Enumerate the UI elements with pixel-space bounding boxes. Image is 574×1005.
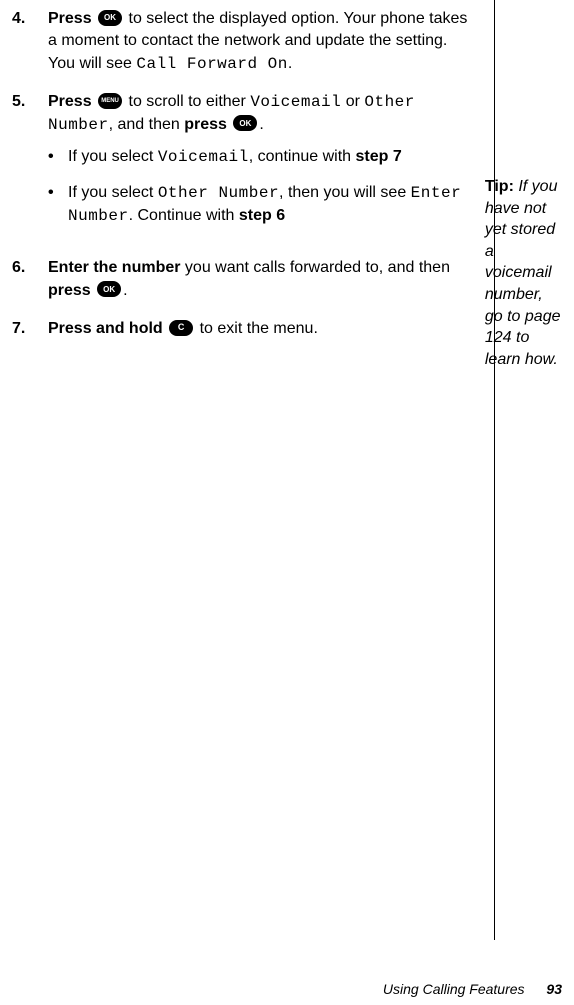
step-5-text4: . [259,116,263,133]
step-5-number: 5. [12,91,48,241]
footer-section: Using Calling Features [383,981,525,997]
step-4-body: Press OK to select the displayed option.… [48,8,475,75]
step-6-press: press [48,282,91,299]
step-5-sub2-text1: If you select [68,184,158,201]
step-5-text2: or [346,93,365,110]
step-6: 6. Enter the number you want calls forwa… [12,257,475,302]
step-6-text2: . [123,282,127,299]
menu-icon: MENU [98,93,122,109]
step-7-body: Press and hold C to exit the menu. [48,318,475,340]
ok-icon: OK [98,10,122,26]
step-7-bold1: Press and hold [48,320,163,337]
bullet-icon: • [48,146,68,168]
step-4-number: 4. [12,8,48,75]
step-4-lcd1: Call Forward On [136,55,288,73]
step-5-sub1-bold: step 7 [355,148,401,165]
step-5-lcd1: Voicemail [250,93,341,111]
step-7-number: 7. [12,318,48,340]
step-4-press: Press [48,10,92,27]
step-5-text3: , and then [109,116,185,133]
ok-icon: OK [233,115,257,131]
c-icon: C [169,320,193,336]
step-4-text2: . [288,55,292,72]
tip-label: Tip: [485,178,514,195]
step-6-number: 6. [12,257,48,302]
step-5-sub1-body: If you select Voicemail, continue with s… [68,146,402,168]
step-5-sub2-bold: step 6 [239,207,285,224]
step-6-body: Enter the number you want calls forwarde… [48,257,475,302]
step-5-sub2-text3: . Continue with [129,207,239,224]
step-5-sub1-text1: If you select [68,148,158,165]
page-content: 4. Press OK to select the displayed opti… [0,0,574,975]
step-5-press2: press [184,116,227,133]
step-5-sub2-text2: , then you will see [279,184,411,201]
step-5-text1: to scroll to either [129,93,251,110]
step-5-sub2-body: If you select Other Number, then you wil… [68,182,475,227]
step-5-sub1-text2: , continue with [249,148,356,165]
step-7-text1: to exit the menu. [200,320,318,337]
step-5-body: Press MENU to scroll to either Voicemail… [48,91,475,241]
step-6-bold1: Enter the number [48,259,180,276]
step-5: 5. Press MENU to scroll to either Voicem… [12,91,475,241]
step-5-sub2: • If you select Other Number, then you w… [48,182,475,227]
step-5-sub1-lcd1: Voicemail [158,148,249,166]
step-5-sublist: • If you select Voicemail, continue with… [48,146,475,227]
page-footer: Using Calling Features 93 [383,981,562,997]
footer-page-number: 93 [546,981,562,997]
step-7: 7. Press and hold C to exit the menu. [12,318,475,340]
step-5-sub1: • If you select Voicemail, continue with… [48,146,475,168]
step-4: 4. Press OK to select the displayed opti… [12,8,475,75]
step-6-text1: you want calls forwarded to, and then [180,259,450,276]
ok-icon: OK [97,281,121,297]
main-column: 4. Press OK to select the displayed opti… [12,8,483,945]
bullet-icon: • [48,182,68,227]
step-5-press: Press [48,93,92,110]
tip-body: If you have not yet stored a voicemail n… [485,178,561,368]
vertical-divider [494,0,495,940]
step-5-sub2-lcd1: Other Number [158,184,279,202]
